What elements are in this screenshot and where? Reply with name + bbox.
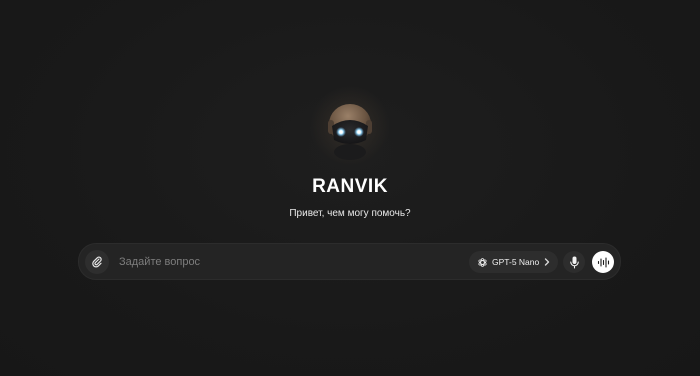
attach-button[interactable] [85,250,109,274]
chevron-right-icon [544,258,550,266]
bot-avatar [305,84,395,168]
message-composer: GPT-5 Nano [78,243,621,280]
model-name: GPT-5 Nano [492,257,540,267]
microphone-button[interactable] [563,251,585,273]
paperclip-icon [92,256,102,268]
openai-logo-icon [478,257,487,267]
voice-waveform-icon [597,256,609,268]
voice-mode-button[interactable] [592,251,614,273]
robot-icon [328,104,372,160]
microphone-icon [569,256,579,269]
greeting-text: Привет, чем могу помочь? [289,208,411,219]
question-input[interactable] [119,252,459,272]
model-selector-button[interactable]: GPT-5 Nano [469,251,558,273]
chat-home: RANVIK Привет, чем могу помочь? GPT-5 Na… [0,0,700,376]
assistant-name: RANVIK [312,176,388,197]
